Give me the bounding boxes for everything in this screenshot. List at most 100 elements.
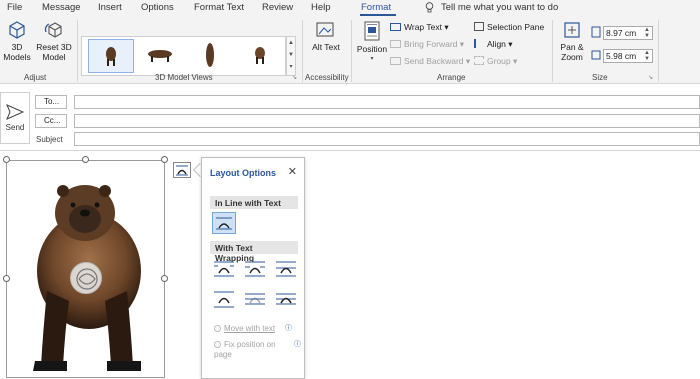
separator — [77, 20, 78, 82]
cc-field[interactable] — [74, 114, 700, 128]
move-with-text-radio[interactable] — [214, 325, 221, 332]
resize-handle[interactable] — [161, 275, 168, 282]
group-label-3d-model-views: 3D Model Views — [155, 73, 213, 82]
reset-3d-model-button[interactable]: Reset 3D Model — [35, 20, 73, 62]
menu-bar: File Message Insert Options Format Text … — [0, 0, 700, 16]
reset-3d-model-label: Reset 3D Model — [36, 42, 72, 62]
width-spinner[interactable]: ▲ ▼ — [644, 50, 650, 62]
with-text-wrapping-header: With Text Wrapping — [210, 241, 298, 263]
rotate-3d-control-icon[interactable] — [70, 262, 102, 294]
fix-position-radio[interactable] — [214, 341, 221, 348]
tab-message[interactable]: Message — [42, 2, 81, 13]
tab-options[interactable]: Options — [141, 2, 174, 13]
group-icon — [474, 56, 484, 65]
send-label: Send — [5, 123, 25, 132]
align-button[interactable]: Align ▾ — [474, 39, 513, 50]
width-icon — [591, 49, 601, 63]
selection-pane-label: Selection Pane — [487, 22, 545, 32]
wrap-text-label: Wrap Text — [404, 22, 442, 32]
tab-help[interactable]: Help — [311, 2, 331, 13]
move-with-text-option[interactable]: Move with text — [214, 324, 275, 333]
tab-format[interactable]: Format — [361, 2, 391, 13]
selection-pane-icon — [474, 22, 484, 31]
wrap-text-button[interactable]: Wrap Text ▾ — [390, 22, 449, 33]
send-backward-button[interactable]: Send Backward ▾ — [390, 56, 470, 67]
view-thumbnail-side[interactable] — [138, 39, 184, 73]
subject-label: Subject — [36, 135, 63, 144]
fix-position-option[interactable]: Fix position on page — [214, 340, 286, 360]
wrap-option-top-bottom[interactable] — [212, 288, 236, 310]
group-button[interactable]: Group ▾ — [474, 56, 517, 67]
align-label: Align — [487, 39, 506, 49]
separator — [658, 20, 659, 82]
wrap-option-tight[interactable] — [243, 258, 267, 280]
send-backward-icon — [390, 57, 401, 65]
in-line-icon — [216, 217, 232, 230]
dialog-launcher-icon[interactable]: ↘ — [292, 74, 297, 81]
send-icon — [6, 104, 25, 120]
resize-handle[interactable] — [82, 156, 89, 163]
selection-pane-button[interactable]: Selection Pane — [474, 22, 544, 32]
tab-insert[interactable]: Insert — [98, 2, 122, 13]
in-line-with-text-header: In Line with Text — [210, 196, 298, 209]
wrap-option-behind-text[interactable] — [243, 288, 267, 310]
through-wrap-icon — [276, 261, 296, 277]
tab-format-text[interactable]: Format Text — [194, 2, 244, 13]
position-button[interactable]: Position ▾ — [355, 20, 389, 64]
tab-file[interactable]: File — [7, 2, 22, 13]
top-bottom-wrap-icon — [214, 291, 234, 308]
resize-handle[interactable] — [161, 156, 168, 163]
3d-models-label: 3D Models — [3, 42, 31, 62]
wrap-option-through[interactable] — [274, 258, 298, 280]
view-thumbnail-back[interactable] — [238, 39, 284, 73]
3d-models-button[interactable]: 3D Models — [2, 20, 32, 62]
position-label: Position — [356, 44, 388, 54]
subject-field[interactable] — [74, 132, 700, 146]
resize-handle[interactable] — [3, 275, 10, 282]
position-icon — [364, 21, 380, 41]
size-dialog-launcher-icon[interactable]: ↘ — [648, 74, 653, 81]
layout-options-button[interactable] — [173, 162, 191, 178]
to-field[interactable] — [74, 95, 700, 109]
3d-model-views-gallery — [81, 36, 286, 76]
height-icon — [591, 26, 601, 40]
info-icon[interactable]: ⓘ — [285, 323, 292, 333]
pan-zoom-icon — [564, 22, 580, 38]
pan-zoom-label: Pan & Zoom — [560, 42, 584, 62]
bring-forward-button[interactable]: Bring Forward ▾ — [390, 39, 464, 50]
width-input[interactable]: 5.98 cm ▲ ▼ — [603, 49, 653, 63]
square-wrap-icon — [214, 261, 234, 277]
layout-options-title: Layout Options — [210, 168, 276, 178]
height-input[interactable]: 8.97 cm ▲ ▼ — [603, 26, 653, 40]
alt-text-icon — [316, 22, 334, 37]
gallery-scroll[interactable]: ▲ ▼ ▾ — [286, 36, 296, 76]
group-label-accessibility: Accessibility — [305, 73, 349, 82]
ribbon: 3D Models Reset 3D Model Adjust ▲ ▼ ▾ 3D M… — [0, 16, 700, 84]
view-thumbnail-top[interactable] — [188, 39, 234, 73]
wrap-option-in-front-of-text[interactable] — [274, 288, 298, 310]
cc-button[interactable]: Cc... — [35, 114, 67, 128]
info-icon[interactable]: ⓘ — [294, 339, 301, 349]
separator — [552, 20, 553, 82]
behind-text-icon — [245, 293, 265, 305]
tell-me-search[interactable]: Tell me what you want to do — [441, 2, 558, 13]
pan-zoom-button[interactable]: Pan & Zoom — [557, 20, 587, 62]
bring-forward-icon — [390, 40, 401, 48]
view-thumbnail-front[interactable] — [88, 39, 134, 73]
height-spinner[interactable]: ▲ ▼ — [644, 27, 650, 39]
tab-review[interactable]: Review — [262, 2, 293, 13]
group-label-arrange: Arrange — [437, 73, 466, 82]
send-button[interactable]: Send — [0, 92, 30, 144]
lightbulb-icon — [425, 2, 434, 16]
alt-text-button[interactable]: Alt Text — [309, 20, 343, 52]
wrap-text-icon — [390, 23, 401, 31]
wrap-option-square[interactable] — [212, 258, 236, 280]
reset-cube-icon — [44, 22, 62, 38]
align-icon — [474, 39, 484, 48]
group-label-adjust: Adjust — [24, 73, 47, 82]
in-front-of-text-icon — [276, 293, 296, 305]
to-button[interactable]: To... — [35, 95, 67, 109]
resize-handle[interactable] — [3, 156, 10, 163]
wrap-option-in-line[interactable] — [212, 212, 236, 234]
close-icon[interactable]: ✕ — [288, 165, 297, 178]
